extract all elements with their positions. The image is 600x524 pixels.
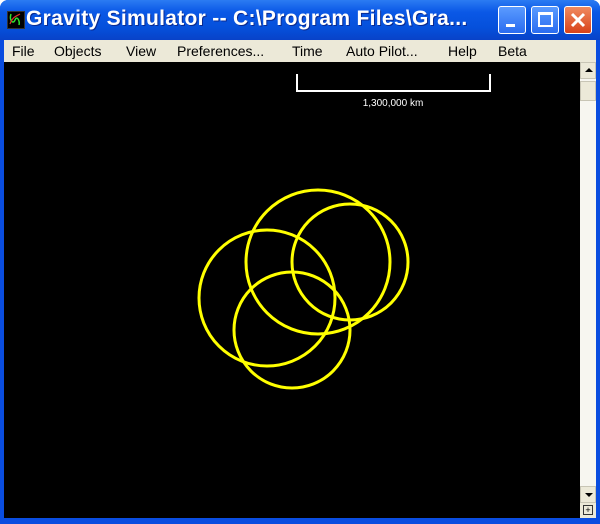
window-title: Gravity Simulator -- C:\Program Files\Gr… xyxy=(26,7,468,30)
menu-view[interactable]: View xyxy=(126,43,156,59)
menu-bar: File Objects View Preferences... Time Au… xyxy=(4,40,596,62)
orbit-path xyxy=(244,188,392,336)
arrow-up-icon xyxy=(585,68,593,72)
orbit-path xyxy=(197,228,337,368)
title-bar[interactable]: Gravity Simulator -- C:\Program Files\Gr… xyxy=(0,0,600,40)
menu-auto-pilot[interactable]: Auto Pilot... xyxy=(346,43,418,59)
menu-time[interactable]: Time xyxy=(292,43,323,59)
maximize-icon xyxy=(538,12,553,27)
app-window: Gravity Simulator -- C:\Program Files\Gr… xyxy=(0,0,600,524)
scroll-down-button[interactable] xyxy=(580,486,596,503)
vertical-scrollbar[interactable] xyxy=(580,62,596,503)
size-grip[interactable]: + xyxy=(580,503,596,518)
minimize-icon xyxy=(506,24,515,27)
simulation-canvas[interactable] xyxy=(4,62,580,518)
menu-objects[interactable]: Objects xyxy=(54,43,101,59)
menu-preferences[interactable]: Preferences... xyxy=(177,43,264,59)
close-button[interactable] xyxy=(564,6,592,34)
orbit-paths xyxy=(197,188,410,390)
crosshair-icon: + xyxy=(583,505,593,515)
close-icon xyxy=(570,12,586,28)
menu-help[interactable]: Help xyxy=(448,43,477,59)
scroll-up-button[interactable] xyxy=(580,62,596,79)
maximize-button[interactable] xyxy=(531,6,559,34)
menu-file[interactable]: File xyxy=(12,43,35,59)
minimize-button[interactable] xyxy=(498,6,526,34)
app-icon[interactable] xyxy=(7,11,25,29)
scroll-thumb[interactable] xyxy=(580,81,596,101)
menu-beta[interactable]: Beta xyxy=(498,43,527,59)
scale-bar-label: 1,300,000 km xyxy=(362,98,424,109)
arrow-down-icon xyxy=(585,493,593,497)
scale-bar xyxy=(296,74,491,92)
